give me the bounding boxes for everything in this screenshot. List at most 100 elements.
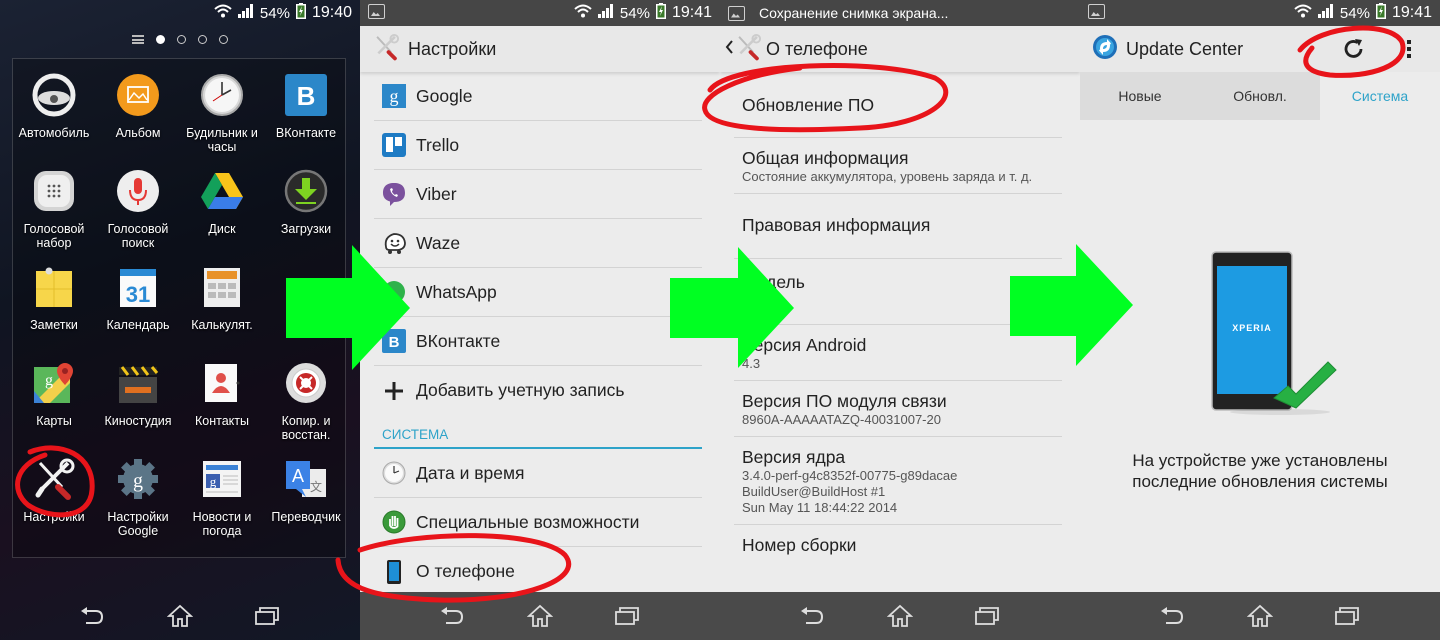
app-grid: Автомобиль Альбом Будильник и часы B ВКо… [12,72,348,552]
about-item-legal-info[interactable]: Правовая информация [734,194,1062,259]
settings-tools-icon[interactable] [734,33,762,66]
system-item-about-phone[interactable]: О телефоне [374,547,702,596]
screenshot-notification-icon [1088,4,1105,19]
maps-icon: g [31,360,77,406]
about-item-build-number[interactable]: Номер сборки [734,525,1062,564]
app-drawer-menu-icon[interactable] [132,35,144,44]
settings-panel: 54% 19:41 Настройки g Google Trello Vibe… [360,0,720,640]
about-item-kernel-version[interactable]: Версия ядра 3.4.0-perf-g4c8352f-00775-g8… [734,437,1062,525]
settings-tools-icon [31,456,77,502]
app-maps[interactable]: g Карты [12,360,96,456]
whatsapp-icon [382,280,406,304]
tab-updates[interactable]: Обновл. [1200,72,1320,120]
app-notes[interactable]: Заметки [12,264,96,360]
recent-apps-button[interactable] [1332,603,1362,629]
xperia-phone-illustration: XPERIA [1210,250,1340,425]
about-item-general-info[interactable]: Общая информация Состояние аккумулятора,… [734,138,1062,194]
wifi-icon [574,4,592,22]
app-backup[interactable]: Копир. и восстан. [264,360,348,456]
phone-brand-label: XPERIA [1232,323,1272,333]
vk-icon: B [382,329,406,353]
recent-apps-button[interactable] [972,603,1002,629]
home-button[interactable] [525,603,555,629]
home-page-indicator[interactable] [0,35,360,44]
vk-icon: B [283,72,329,118]
navigation-bar [1080,592,1440,640]
page-dot[interactable] [177,35,186,44]
page-dot[interactable] [156,35,165,44]
app-google-settings[interactable]: g Настройки Google [96,456,180,552]
svg-text:g: g [45,372,53,389]
google-icon: g [382,84,406,108]
add-account-button[interactable]: Добавить учетную запись [374,366,702,415]
back-button[interactable] [438,603,468,629]
app-album[interactable]: Альбом [96,72,180,168]
app-vkontakte[interactable]: B ВКонтакте [264,72,348,168]
about-item-android-version[interactable]: Версия Android 4.3 [734,325,1062,381]
svg-text:g: g [133,470,143,492]
back-chevron-icon[interactable] [724,39,734,60]
system-item-date-time[interactable]: Дата и время [374,449,702,498]
movie-studio-icon [115,360,161,406]
battery-charging-icon [295,3,306,23]
account-item-waze[interactable]: Waze [374,219,702,268]
svg-text:31: 31 [126,282,150,307]
refresh-button[interactable] [1342,37,1366,66]
tab-system[interactable]: Система [1320,72,1440,120]
home-screen-panel: 54% 19:40 Автомобиль Альбом Будильник и … [0,0,360,640]
app-settings[interactable]: Настройки [12,456,96,552]
status-bar: Сохранение снимка экрана... [720,0,1080,26]
about-item-baseband-version[interactable]: Версия ПО модуля связи 8960A-AAAAATAZQ-4… [734,381,1062,437]
app-alarm-clock[interactable]: Будильник и часы [180,72,264,168]
app-contacts[interactable]: Контакты [180,360,264,456]
account-item-viber[interactable]: Viber [374,170,702,219]
svg-text:B: B [297,81,316,111]
battery-percent: 54% [619,4,650,22]
account-item-trello[interactable]: Trello [374,121,702,170]
app-calculator[interactable]: Калькулят. [180,264,264,360]
download-icon [283,168,329,214]
system-item-accessibility[interactable]: Специальные возможности [374,498,702,547]
app-translate[interactable]: A文 Переводчик [264,456,348,552]
notes-icon [31,264,77,310]
account-item-whatsapp[interactable]: WhatsApp [374,268,702,317]
tab-bar: Новые Обновл. Система [1080,72,1440,120]
about-phone-panel: Сохранение снимка экрана... О телефоне О… [720,0,1080,640]
app-voice-dial[interactable]: Голосовой набор [12,168,96,264]
navigation-bar [0,592,360,640]
overflow-menu-icon[interactable] [1406,38,1412,65]
app-downloads[interactable]: Загрузки [264,168,348,264]
tab-new[interactable]: Новые [1080,72,1200,120]
page-dot[interactable] [198,35,207,44]
app-movie-studio[interactable]: Киностудия [96,360,180,456]
recent-apps-button[interactable] [252,603,282,629]
app-news-weather[interactable]: g Новости и погода [180,456,264,552]
app-drive[interactable]: Диск [180,168,264,264]
app-calendar[interactable]: 31 Календарь [96,264,180,360]
clock-icon [382,461,406,485]
settings-list: g Google Trello Viber Waze WhatsApp B ВК… [374,72,702,596]
update-center-panel: 54% 19:41 Update Center Новые Обновл. Си… [1080,0,1440,640]
recent-apps-button[interactable] [612,603,642,629]
page-dot[interactable] [219,35,228,44]
settings-tools-icon[interactable] [372,33,400,66]
about-item-model[interactable]: Модель [734,259,1062,325]
app-avtomobil[interactable]: Автомобиль [12,72,96,168]
home-button[interactable] [165,603,195,629]
home-button[interactable] [885,603,915,629]
app-hidden[interactable]: Н [264,264,348,360]
about-list: Обновление ПО Общая информация Состояние… [734,72,1062,564]
accessibility-icon [382,510,406,534]
home-button[interactable] [1245,603,1275,629]
app-title: Update Center [1126,38,1244,59]
back-button[interactable] [1158,603,1188,629]
app-voice-search[interactable]: Голосовой поиск [96,168,180,264]
battery-percent: 54% [259,4,290,22]
account-item-google[interactable]: g Google [374,72,702,121]
back-button[interactable] [798,603,828,629]
about-item-software-update[interactable]: Обновление ПО [734,72,1062,138]
back-button[interactable] [78,603,108,629]
drive-icon [199,168,245,214]
account-item-vkontakte[interactable]: B ВКонтакте [374,317,702,366]
translate-icon: A文 [283,456,329,502]
